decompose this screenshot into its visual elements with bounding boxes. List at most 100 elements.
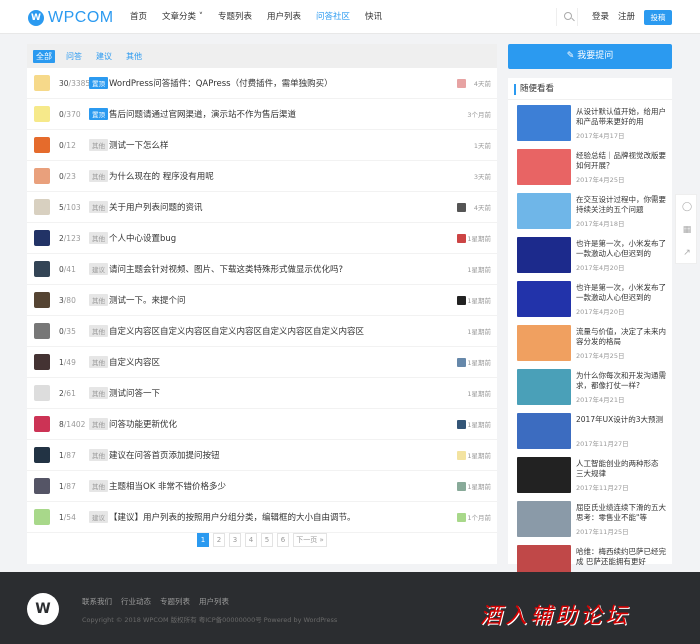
nav-item[interactable]: 首页 [130, 0, 147, 34]
post-thumbnail[interactable] [517, 325, 571, 361]
category-tag[interactable]: 其他 [89, 418, 108, 430]
question-row[interactable]: 3/80 其他 测试一下。来提个问 1星期前 [27, 285, 497, 316]
category-tag[interactable]: 其他 [89, 294, 108, 306]
sidebar-post[interactable]: 人工智能创业的两种形态 三大规律 2017年11月27日 [508, 454, 672, 498]
category-tag[interactable]: 置顶 [89, 108, 108, 120]
last-reply-avatar[interactable] [457, 482, 466, 491]
question-title[interactable]: 自定义内容区 [109, 356, 160, 368]
post-title[interactable]: 在交互设计过程中，你需要持续关注的五个问题 [576, 195, 668, 215]
post-title[interactable]: 2017年UX设计的3大预测 [576, 415, 668, 435]
last-reply-avatar[interactable] [457, 79, 466, 88]
login-link[interactable]: 登录 [592, 0, 609, 34]
question-title[interactable]: 自定义内容区自定义内容区自定义内容区自定义内容区自定义内容区 [109, 325, 364, 337]
page-button[interactable]: 4 [245, 533, 257, 547]
comment-icon[interactable]: ◯ [676, 195, 698, 218]
question-title[interactable]: 测试一下。来提个问 [109, 294, 186, 306]
page-button[interactable]: 5 [261, 533, 273, 547]
question-title[interactable]: 主题相当OK 非常不错价格多少 [109, 480, 226, 492]
sidebar-post[interactable]: 在交互设计过程中，你需要持续关注的五个问题 2017年4月18日 [508, 190, 672, 234]
question-row[interactable]: 0/41 建议 请问主题会针对视频、图片、下载这类特殊形式做显示优化吗? 1星期前 [27, 254, 497, 285]
question-row[interactable]: 1/49 其他 自定义内容区 1星期前 [27, 347, 497, 378]
sidebar-post[interactable]: 经验总结｜品牌视觉改版要如何开展？ 2017年4月25日 [508, 146, 672, 190]
sidebar-post[interactable]: 为什么你每次和开发沟通需求，都像打仗一样? 2017年4月21日 [508, 366, 672, 410]
post-title[interactable]: 人工智能创业的两种形态 三大规律 [576, 459, 668, 479]
question-row[interactable]: 0/370 置顶 售后问题请通过官网渠道，演示站不作为售后渠道 3个月前 [27, 99, 497, 130]
category-tag[interactable]: 其他 [89, 170, 108, 182]
next-page-button[interactable]: 下一页 » [293, 533, 327, 547]
category-tag[interactable]: 其他 [89, 480, 108, 492]
nav-item[interactable]: 问答社区 [316, 0, 350, 34]
last-reply-avatar[interactable] [457, 203, 466, 212]
tab-0[interactable]: 全部 [33, 49, 55, 63]
question-title[interactable]: 售后问题请通过官网渠道，演示站不作为售后渠道 [109, 108, 296, 120]
question-row[interactable]: 8/1402 其他 问答功能更新优化 1星期前 [27, 409, 497, 440]
category-tag[interactable]: 其他 [89, 232, 108, 244]
question-row[interactable]: 0/12 其他 测试一下怎么样 1天前 [27, 130, 497, 161]
post-title[interactable]: 经验总结｜品牌视觉改版要如何开展？ [576, 151, 668, 171]
tab-3[interactable]: 其他 [123, 50, 145, 63]
post-thumbnail[interactable] [517, 149, 571, 185]
last-reply-avatar[interactable] [457, 296, 466, 305]
footer-link[interactable]: 行业动态 [121, 596, 151, 607]
avatar[interactable] [34, 292, 50, 308]
footer-link[interactable]: 专题列表 [160, 596, 190, 607]
post-thumbnail[interactable] [517, 413, 571, 449]
post-thumbnail[interactable] [517, 237, 571, 273]
question-title[interactable]: 问答功能更新优化 [109, 418, 177, 430]
page-button[interactable]: 6 [277, 533, 289, 547]
category-tag[interactable]: 置顶 [89, 77, 108, 89]
question-row[interactable]: 5/103 其他 关于用户列表问题的资讯 4天前 [27, 192, 497, 223]
question-title[interactable]: 请问主题会针对视频、图片、下载这类特殊形式做显示优化吗? [109, 263, 343, 275]
avatar[interactable] [34, 137, 50, 153]
question-title[interactable]: 为什么现在的 程序没有用呢 [109, 170, 214, 182]
question-row[interactable]: 1/87 其他 建议在问答首页添加提问按钮 1星期前 [27, 440, 497, 471]
category-tag[interactable]: 其他 [89, 449, 108, 461]
question-row[interactable]: 2/123 其他 个人中心设置bug 1星期前 [27, 223, 497, 254]
avatar[interactable] [34, 323, 50, 339]
question-row[interactable]: 1/87 其他 主题相当OK 非常不错价格多少 1星期前 [27, 471, 497, 502]
post-thumbnail[interactable] [517, 281, 571, 317]
question-row[interactable]: 30/3385 置顶 WordPress问答插件：QAPress（付费插件，需单独购… [27, 68, 497, 99]
tab-1[interactable]: 问答 [63, 50, 85, 63]
last-reply-avatar[interactable] [457, 513, 466, 522]
nav-item[interactable]: 文章分类 ˅ [162, 0, 203, 34]
avatar[interactable] [34, 75, 50, 91]
nav-item[interactable]: 用户列表 [267, 0, 301, 34]
footer-link[interactable]: 联系我们 [82, 596, 112, 607]
search-icon[interactable] [556, 8, 578, 26]
question-title[interactable]: 【建议】用户列表的按照用户分组分类，编辑框的大小自由调节。 [109, 511, 356, 523]
question-title[interactable]: 关于用户列表问题的资讯 [109, 201, 203, 213]
post-title[interactable]: 也许是第一次，小米发布了一款激动人心但迟到的 [576, 283, 668, 303]
nav-item[interactable]: 专题列表 [218, 0, 252, 34]
avatar[interactable] [34, 199, 50, 215]
question-title[interactable]: 建议在问答首页添加提问按钮 [109, 449, 220, 461]
category-tag[interactable]: 其他 [89, 201, 108, 213]
page-button[interactable]: 2 [213, 533, 225, 547]
post-thumbnail[interactable] [517, 457, 571, 493]
category-tag[interactable]: 其他 [89, 356, 108, 368]
avatar[interactable] [34, 354, 50, 370]
question-title[interactable]: WordPress问答插件：QAPress（付费插件，需单独购买） [109, 77, 333, 89]
avatar[interactable] [34, 106, 50, 122]
last-reply-avatar[interactable] [457, 420, 466, 429]
last-reply-avatar[interactable] [457, 358, 466, 367]
question-title[interactable]: 测试一下怎么样 [109, 139, 169, 151]
avatar[interactable] [34, 509, 50, 525]
last-reply-avatar[interactable] [457, 234, 466, 243]
avatar[interactable] [34, 447, 50, 463]
post-title[interactable]: 从设计默认值开始，给用户和产品带来更好的用 [576, 107, 668, 127]
question-row[interactable]: 0/35 其他 自定义内容区自定义内容区自定义内容区自定义内容区自定义内容区 1星期前 [27, 316, 497, 347]
ask-question-button[interactable]: ✎ 我要提问 [508, 44, 672, 69]
avatar[interactable] [34, 168, 50, 184]
avatar[interactable] [34, 385, 50, 401]
nav-item[interactable]: 快讯 [365, 0, 382, 34]
sidebar-post[interactable]: 也许是第一次，小米发布了一款激动人心但迟到的 2017年4月20日 [508, 234, 672, 278]
qrcode-icon[interactable]: ▦ [676, 218, 698, 241]
site-logo[interactable]: W WPCOM [28, 9, 114, 27]
sidebar-post[interactable]: 从设计默认值开始，给用户和产品带来更好的用 2017年4月17日 [508, 102, 672, 146]
post-thumbnail[interactable] [517, 193, 571, 229]
question-title[interactable]: 测试问答一下 [109, 387, 160, 399]
category-tag[interactable]: 建议 [89, 511, 108, 523]
question-title[interactable]: 个人中心设置bug [109, 232, 176, 244]
page-button[interactable]: 1 [197, 533, 209, 547]
